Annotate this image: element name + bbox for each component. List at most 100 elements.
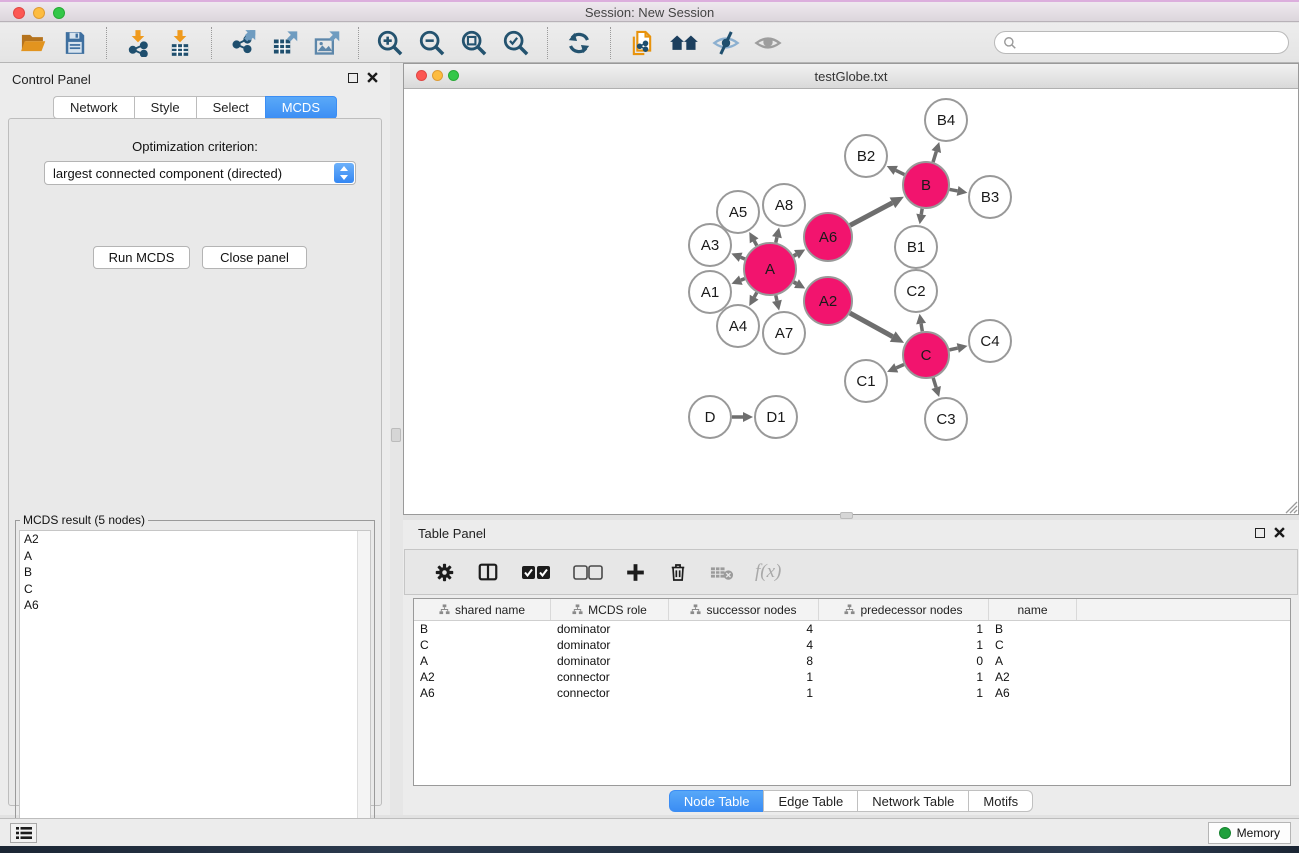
result-item[interactable]: A: [20, 548, 370, 565]
edge-A-A7[interactable]: [776, 295, 777, 300]
edge-B-B2[interactable]: [896, 170, 905, 174]
result-item[interactable]: C: [20, 581, 370, 598]
criterion-select[interactable]: largest connected component (directed): [44, 161, 356, 185]
export-image-icon[interactable]: [312, 28, 342, 58]
toolbar-separator: [106, 27, 107, 59]
import-network-icon[interactable]: [123, 28, 153, 58]
float-table-panel-icon[interactable]: [1255, 528, 1265, 538]
edge-B-B4[interactable]: [933, 152, 936, 163]
tab-network-table[interactable]: Network Table: [857, 790, 968, 812]
table-cell: dominator: [551, 621, 669, 637]
table-row[interactable]: Adominator80A: [414, 653, 1290, 669]
edge-A-A5[interactable]: [754, 241, 757, 246]
desktop-background-strip: [0, 846, 1299, 853]
result-scrollbar[interactable]: [357, 531, 370, 839]
import-table-icon[interactable]: [165, 28, 195, 58]
result-item[interactable]: B: [20, 564, 370, 581]
close-panel-icon[interactable]: [367, 72, 378, 83]
select-all-checkboxes-icon[interactable]: [521, 565, 551, 580]
zoom-selected-icon[interactable]: [501, 28, 531, 58]
search-field[interactable]: [994, 31, 1289, 54]
edge-A-A6[interactable]: [794, 254, 797, 256]
tab-motifs[interactable]: Motifs: [968, 790, 1033, 812]
table-row[interactable]: Bdominator41B: [414, 621, 1290, 637]
network-window-titlebar[interactable]: testGlobe.txt: [404, 64, 1298, 89]
float-panel-icon[interactable]: [348, 73, 358, 83]
tab-select[interactable]: Select: [196, 96, 265, 119]
result-item[interactable]: A2: [20, 531, 370, 548]
zoom-in-icon[interactable]: [375, 28, 405, 58]
column-header-predecessor-nodes[interactable]: predecessor nodes: [819, 599, 989, 620]
open-folder-icon[interactable]: [18, 28, 48, 58]
node-label-B4: B4: [937, 112, 955, 129]
table-row[interactable]: Cdominator41C: [414, 637, 1290, 653]
gear-icon[interactable]: [434, 562, 455, 583]
column-type-icon: [844, 604, 855, 615]
refresh-icon[interactable]: [564, 28, 594, 58]
delete-column-trash-icon[interactable]: [668, 562, 688, 583]
edge-C-C1[interactable]: [896, 365, 904, 368]
node-label-D1: D1: [766, 409, 785, 426]
run-mcds-button[interactable]: Run MCDS: [93, 246, 190, 269]
column-header-successor-nodes[interactable]: successor nodes: [669, 599, 819, 620]
edge-C-C3[interactable]: [933, 378, 936, 388]
edge-B-B1[interactable]: [921, 209, 922, 215]
edge-C-C2[interactable]: [921, 324, 922, 332]
edge-A-A1[interactable]: [741, 279, 745, 281]
tab-style[interactable]: Style: [134, 96, 196, 119]
first-neighbors-icon[interactable]: [669, 28, 699, 58]
tab-node-table[interactable]: Node Table: [669, 790, 764, 812]
table-row[interactable]: A6connector11A6: [414, 685, 1290, 701]
window-title: Session: New Session: [0, 5, 1299, 20]
zoom-out-icon[interactable]: [417, 28, 447, 58]
edge-A-A8[interactable]: [776, 237, 777, 242]
export-network-icon[interactable]: [228, 28, 258, 58]
control-panel-tabs: NetworkStyleSelectMCDS: [0, 96, 390, 119]
mcds-result-title: MCDS result (5 nodes): [20, 513, 148, 527]
edge-C-C4[interactable]: [949, 348, 957, 350]
edge-A-A3[interactable]: [741, 257, 745, 259]
new-network-from-selection-icon[interactable]: [627, 28, 657, 58]
show-graphics-details-icon[interactable]: [753, 28, 783, 58]
node-label-C4: C4: [980, 333, 999, 350]
close-panel-button[interactable]: Close panel: [202, 246, 307, 269]
column-header-MCDS-role[interactable]: MCDS role: [551, 599, 669, 620]
table-cell: 1: [819, 621, 989, 637]
tab-network[interactable]: Network: [53, 96, 134, 119]
column-header-shared-name[interactable]: shared name: [414, 599, 551, 620]
table-row[interactable]: A2connector11A2: [414, 669, 1290, 685]
column-layout-icon[interactable]: [477, 561, 499, 583]
column-header-name[interactable]: name: [989, 599, 1077, 620]
edge-B-B3[interactable]: [950, 189, 958, 190]
app-titlebar: Session: New Session: [0, 0, 1299, 22]
horizontal-splitter-handle[interactable]: [840, 512, 853, 519]
export-table-icon[interactable]: [270, 28, 300, 58]
add-column-icon[interactable]: [625, 562, 646, 583]
close-table-panel-icon[interactable]: [1274, 527, 1285, 538]
save-icon[interactable]: [60, 28, 90, 58]
search-input[interactable]: [1022, 36, 1288, 50]
mcds-result-list: A2ABCA6: [19, 530, 371, 840]
table-cell: 0: [819, 653, 989, 669]
network-canvas[interactable]: B4B2BB3A5A8A6B1A3AC2A1A2A4A7C4CC1C3DD1: [405, 89, 1297, 514]
memory-status-icon: [1219, 827, 1231, 839]
window-resize-grip[interactable]: [1283, 499, 1298, 514]
edge-A6-B[interactable]: [850, 203, 892, 225]
node-label-A: A: [765, 261, 775, 278]
optimization-criterion-label: Optimization criterion:: [9, 139, 381, 154]
hide-graphics-details-icon[interactable]: [711, 28, 741, 58]
table-panel-title: Table Panel: [418, 526, 486, 541]
edge-A-A4[interactable]: [754, 293, 757, 298]
deselect-all-checkboxes-icon[interactable]: [573, 565, 603, 580]
edge-A-A2[interactable]: [794, 282, 797, 284]
task-history-button[interactable]: [10, 823, 37, 843]
splitter-handle[interactable]: [391, 428, 401, 442]
edge-A2-C[interactable]: [850, 313, 893, 337]
memory-button[interactable]: Memory: [1208, 822, 1291, 844]
tab-edge-table[interactable]: Edge Table: [763, 790, 857, 812]
tab-mcds[interactable]: MCDS: [265, 96, 337, 119]
vertical-splitter[interactable]: [390, 63, 403, 815]
node-label-C2: C2: [906, 283, 925, 300]
result-item[interactable]: A6: [20, 597, 370, 614]
zoom-fit-icon[interactable]: [459, 28, 489, 58]
